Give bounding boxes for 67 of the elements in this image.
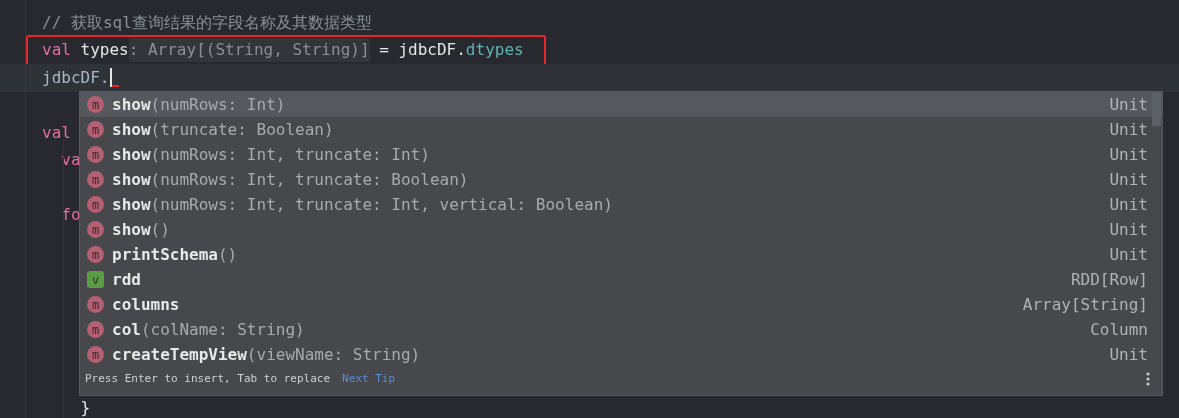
code-token: val xyxy=(42,39,71,62)
method-icon: m xyxy=(87,246,104,263)
completion-params: (numRows: Int, truncate: Int, vertical: Boolean) xyxy=(150,193,613,216)
method-icon: m xyxy=(87,196,104,213)
method-icon: m xyxy=(87,171,104,188)
completion-name: columns xyxy=(112,293,180,316)
completion-name: rdd xyxy=(112,268,141,291)
code-token: val xyxy=(42,121,71,144)
method-icon: m xyxy=(87,96,104,113)
completion-name: printSchema xyxy=(112,243,218,266)
method-icon: m xyxy=(87,346,104,363)
completion-type: Array[String] xyxy=(1022,293,1148,316)
caret-icon xyxy=(110,68,120,88)
code-token: // 获取sql查询结果的字段名称及其数据类型 xyxy=(42,11,372,34)
scrollbar-thumb[interactable] xyxy=(1152,93,1161,126)
completion-name: show xyxy=(112,193,151,216)
more-icon[interactable] xyxy=(1146,372,1150,386)
completion-item[interactable]: m createTempView(viewName: String) Unit xyxy=(80,342,1162,367)
completion-params: () xyxy=(150,218,170,241)
completion-type: Unit xyxy=(1109,193,1148,216)
method-icon: m xyxy=(87,321,104,338)
hint-text: Press Enter to insert, Tab to replace xyxy=(85,370,331,387)
code-token: : Array[(String, String)] xyxy=(128,38,370,63)
code-token: jdbcDF. xyxy=(42,66,110,89)
completion-params: (viewName: String) xyxy=(246,343,421,366)
code-token: = jdbcDF. xyxy=(378,39,466,62)
completion-name: show xyxy=(112,218,151,241)
completion-item[interactable]: m show(numRows: Int) Unit xyxy=(80,92,1162,117)
completion-item[interactable]: m printSchema() Unit xyxy=(80,242,1162,267)
code-token: types xyxy=(79,39,129,62)
completion-name: show xyxy=(112,143,151,166)
method-icon: m xyxy=(87,221,104,238)
completion-name: show xyxy=(112,168,151,191)
method-icon: m xyxy=(87,296,104,313)
completion-name: col xyxy=(112,318,141,341)
completion-item[interactable]: m show(numRows: Int, truncate: Boolean) Unit xyxy=(80,167,1162,192)
completion-params: (numRows: Int, truncate: Int) xyxy=(150,143,430,166)
completion-type: Unit xyxy=(1109,143,1148,166)
completion-item[interactable]: m show(truncate: Boolean) Unit xyxy=(80,117,1162,142)
completion-params: () xyxy=(217,243,238,266)
completion-item[interactable]: m columns Array[String] xyxy=(80,292,1162,317)
completion-item[interactable]: m show(numRows: Int, truncate: Int) Unit xyxy=(80,142,1162,167)
completion-params: (truncate: Boolean) xyxy=(150,118,334,141)
code-token: dtypes xyxy=(465,39,524,62)
completion-name: show xyxy=(112,118,151,141)
method-icon: m xyxy=(87,121,104,138)
completion-type: Unit xyxy=(1109,218,1148,241)
completion-name: show xyxy=(112,93,151,116)
method-icon: m xyxy=(87,146,104,163)
code-token: fo xyxy=(60,204,81,227)
completion-type: RDD[Row] xyxy=(1070,268,1148,291)
completion-item[interactable]: m show(numRows: Int, truncate: Int, vertical: Boolean) Unit xyxy=(80,192,1162,217)
completion-params: (colName: String) xyxy=(140,318,305,341)
completion-item[interactable]: v rdd RDD[Row] xyxy=(80,267,1162,292)
completion-type: Unit xyxy=(1109,118,1148,141)
completion-params: (numRows: Int, truncate: Boolean) xyxy=(150,168,469,191)
value-icon: v xyxy=(87,271,104,288)
completion-item[interactable]: m col(colName: String) Column xyxy=(80,317,1162,342)
completion-type: Unit xyxy=(1109,243,1148,266)
completion-name: createTempView xyxy=(112,343,247,366)
code-token: } xyxy=(79,396,91,418)
completion-type: Unit xyxy=(1109,93,1148,116)
completion-params: (numRows: Int) xyxy=(150,93,286,116)
completion-item[interactable]: m show() Unit xyxy=(80,217,1162,242)
completion-type: Column xyxy=(1090,318,1148,341)
completion-type: Unit xyxy=(1109,343,1148,366)
completion-type: Unit xyxy=(1109,168,1148,191)
